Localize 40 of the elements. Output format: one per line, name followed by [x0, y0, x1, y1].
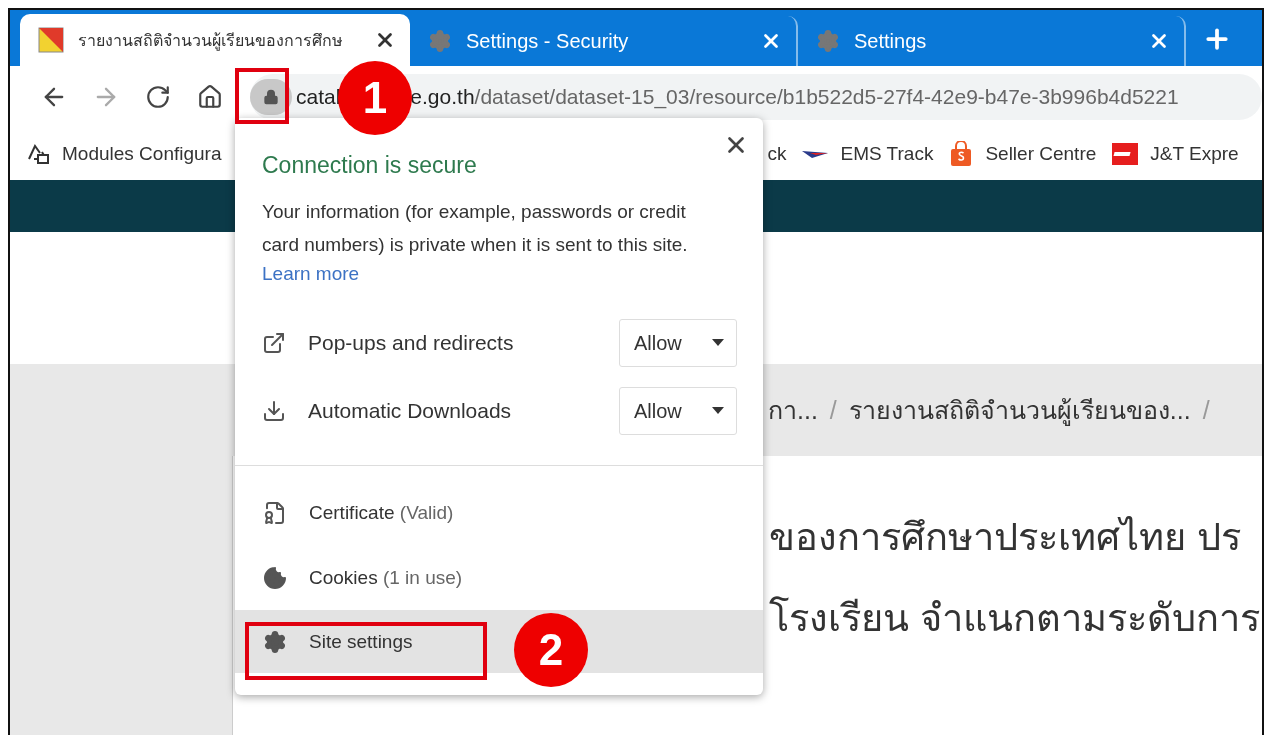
logo-icon [1112, 143, 1139, 165]
breadcrumb-link[interactable]: รายงานสถิติจำนวนผู้เรียนของ... [848, 390, 1191, 430]
certificate-icon [263, 500, 287, 525]
learn-more-link[interactable]: Learn more [262, 263, 360, 285]
permission-dropdown[interactable]: Allow [619, 319, 737, 367]
breadcrumb-link[interactable]: กา... [768, 390, 818, 430]
stack-icon [26, 143, 50, 165]
popup-menu-item[interactable]: Certificate (Valid) [235, 480, 763, 545]
site-info-button[interactable] [250, 79, 292, 115]
permission-label: Automatic Downloads [308, 399, 513, 423]
permission-label: Pop-ups and redirects [308, 331, 515, 355]
popup-title: Connection is secure [262, 152, 478, 179]
browser-tab[interactable]: รายงานสถิติจำนวนผู้เรียนของการศึกษ [20, 14, 410, 66]
popup-menu-item[interactable]: Cookies (1 in use) [235, 545, 763, 610]
lock-icon [263, 89, 279, 105]
cookie-icon [263, 565, 287, 590]
page-heading: โรงเรียน จำแนกตามระดับการ [769, 595, 1261, 641]
bookmark-item[interactable]: Seller Centre [949, 141, 1097, 167]
caret-icon [712, 407, 724, 415]
bookmark-item[interactable]: Modules Configura [26, 143, 222, 165]
home-icon [197, 84, 223, 110]
permission-dropdown[interactable]: Allow [619, 387, 737, 435]
page-heading: ของการศึกษาประเทศไทย ปร [769, 515, 1242, 560]
shopping-bag-icon [949, 141, 974, 167]
bookmark-item[interactable]: J&T Expre [1112, 143, 1239, 165]
reload-icon [145, 84, 171, 110]
gear-icon [263, 629, 287, 654]
wing-icon [802, 149, 829, 159]
gear-icon [816, 29, 840, 53]
caret-icon [712, 339, 724, 347]
download-icon [262, 399, 286, 423]
bookmark-item[interactable]: ck [767, 143, 787, 165]
bookmark-item[interactable]: EMS Track [802, 143, 934, 165]
site-favicon-icon [38, 27, 64, 53]
highlight-frame [235, 68, 289, 124]
breadcrumb-separator: / [829, 395, 837, 425]
external-link-icon [262, 331, 286, 355]
breadcrumb-separator: / [1202, 395, 1210, 425]
popup-description: Your information (for example, passwords or credit card numbers) is private when it is sent to this site. [262, 200, 689, 257]
gear-icon [428, 29, 452, 53]
